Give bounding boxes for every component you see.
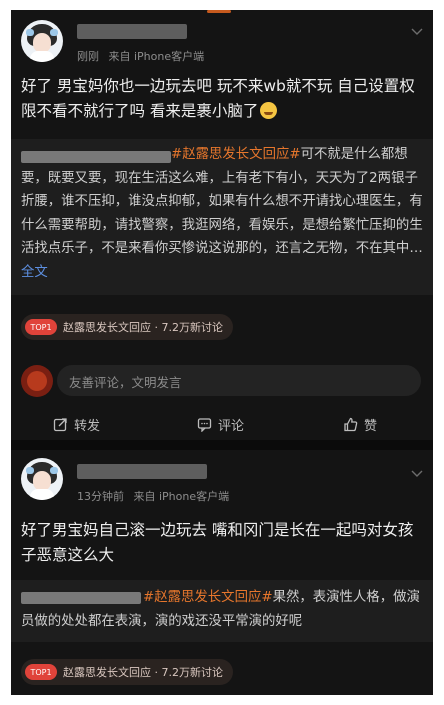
fire-badge-icon: TOP1 xyxy=(25,319,57,335)
share-icon xyxy=(53,417,67,431)
topic-chip[interactable]: TOP1 赵露思发长文回应 · 7.2万新讨论 xyxy=(21,314,233,340)
laugh-emoji-icon xyxy=(260,102,278,119)
comment-placeholder: 友善评论，文明发言 xyxy=(69,375,182,390)
topic-label: 赵露思发长文回应 · 7.2万新讨论 xyxy=(63,321,223,334)
blurred-username[interactable] xyxy=(77,464,207,479)
post-card: 刚刚 来自 iPhone客户端 好了 男宝妈你也一边玩去吧 玩不来wb就不玩 自… xyxy=(11,14,433,440)
author-avatar[interactable] xyxy=(21,458,63,500)
post-source: 来自 iPhone客户端 xyxy=(133,490,230,503)
repost-button[interactable]: 转发 xyxy=(53,409,100,439)
repost-box[interactable]: #赵露思发长文回应#果然，表演性人格，做演员做的处处都在表演，演的戏还没平常演的… xyxy=(11,580,433,642)
post-separator xyxy=(11,440,433,450)
fire-badge-icon: TOP1 xyxy=(25,664,57,680)
post-source: 来自 iPhone客户端 xyxy=(108,50,205,63)
post-meta: 刚刚 来自 iPhone客户端 xyxy=(77,48,204,64)
author-avatar[interactable] xyxy=(21,20,63,62)
topic-tag[interactable]: #赵露思发长文回应# xyxy=(171,147,301,162)
chevron-down-icon[interactable] xyxy=(411,26,423,38)
topic-chip[interactable]: TOP1 赵露思发长文回应 · 7.2万新讨论 xyxy=(21,659,233,685)
post-text: 好了 男宝妈你也一边玩去吧 玩不来wb就不玩 自己设置权限不看不就行了吗 看来是… xyxy=(21,77,415,120)
repost-box[interactable]: #赵露思发长文回应#可不就是什么都想要，既要又要，现在生活这么难，上有老下有小，… xyxy=(11,139,433,295)
topic-label: 赵露思发长文回应 · 7.2万新讨论 xyxy=(63,666,223,679)
comment-input[interactable]: 友善评论，文明发言 xyxy=(57,365,421,396)
post-time: 刚刚 xyxy=(77,50,99,63)
blurred-username[interactable] xyxy=(77,24,187,39)
comment-label: 评论 xyxy=(218,418,245,434)
repost-text: #赵露思发长文回应#果然，表演性人格，做演员做的处处都在表演，演的戏还没平常演的… xyxy=(21,590,420,629)
like-button[interactable]: 赞 xyxy=(343,409,377,439)
full-text-link[interactable]: 全文 xyxy=(21,265,48,280)
comment-icon xyxy=(197,417,212,432)
post-meta: 13分钟前 来自 iPhone客户端 xyxy=(77,488,229,504)
post-text: 好了男宝妈自己滚一边玩去 嘴和冈门是长在一起吗对女孩子恶意这么大 xyxy=(21,521,414,564)
like-label: 赞 xyxy=(364,418,378,434)
like-icon xyxy=(344,417,358,431)
comment-button[interactable]: 评论 xyxy=(197,409,244,439)
action-bar: 转发 评论 赞 xyxy=(11,409,433,439)
post-time: 13分钟前 xyxy=(77,490,124,503)
weibo-feed: 刚刚 来自 iPhone客户端 好了 男宝妈你也一边玩去吧 玩不来wb就不玩 自… xyxy=(11,10,433,695)
commenter-avatar xyxy=(21,365,53,397)
chevron-down-icon[interactable] xyxy=(411,468,423,480)
post-card: 13分钟前 来自 iPhone客户端 好了男宝妈自己滚一边玩去 嘴和冈门是长在一… xyxy=(11,450,433,695)
repost-label: 转发 xyxy=(74,418,101,434)
repost-text: #赵露思发长文回应#可不就是什么都想要，既要又要，现在生活这么难，上有老下有小，… xyxy=(21,147,423,280)
topic-tag[interactable]: #赵露思发长文回应# xyxy=(143,590,273,605)
